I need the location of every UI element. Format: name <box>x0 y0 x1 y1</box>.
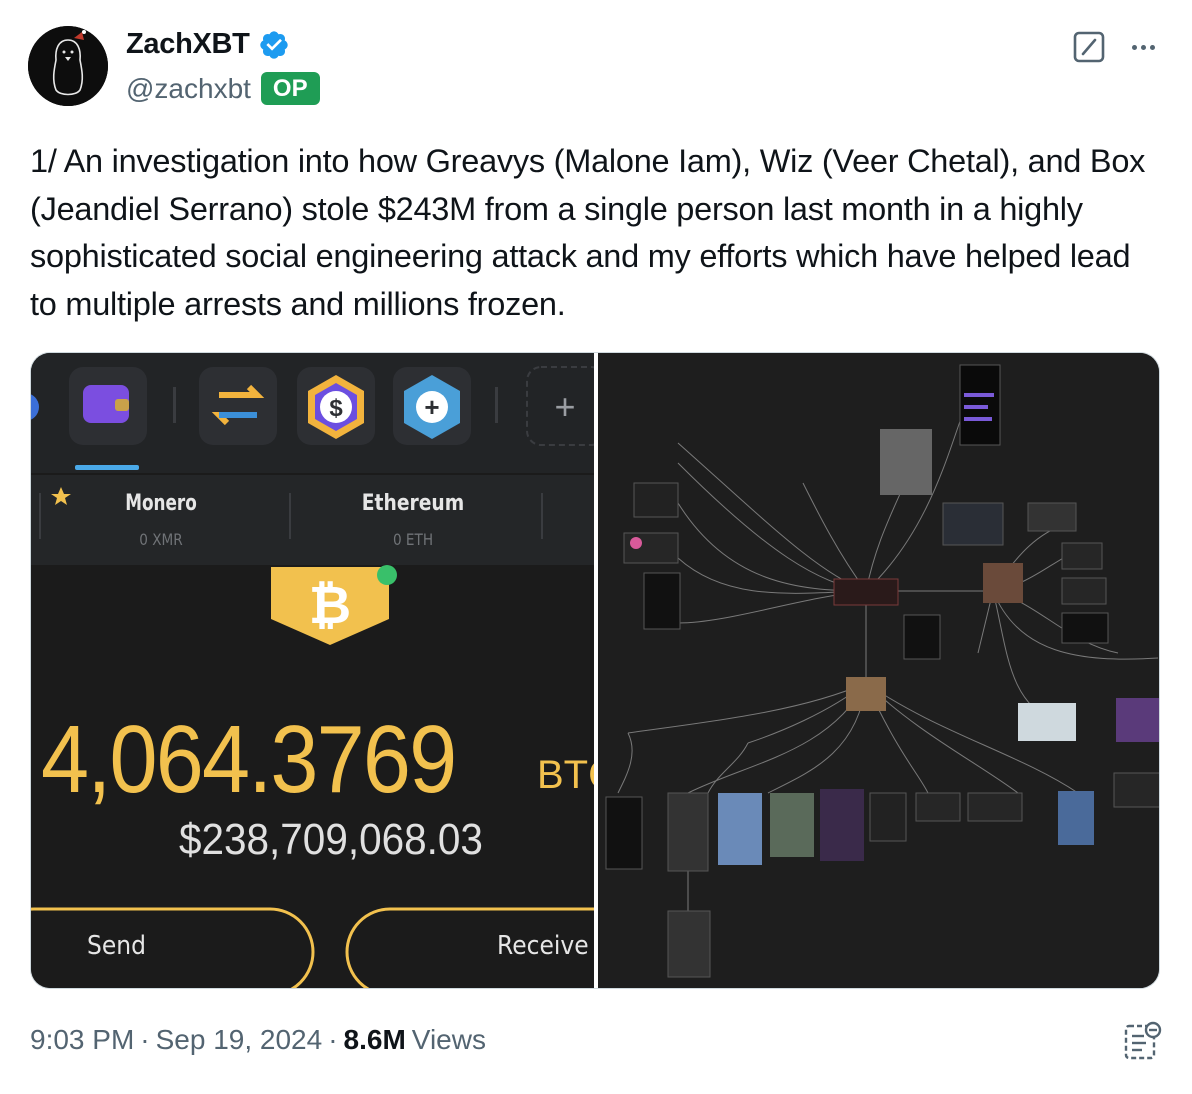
asset-name: Ethereum <box>361 491 465 516</box>
analytics-icon <box>1124 1021 1162 1060</box>
name-row: ZachXBT <box>126 28 290 61</box>
avatar[interactable] <box>28 26 108 106</box>
btc-balance: 4,064.3769 <box>41 705 501 815</box>
grok-icon <box>1073 31 1105 63</box>
op-badge: OP <box>260 72 320 105</box>
wallet-screenshot-art: $ + + ₿ <box>31 353 594 988</box>
verified-badge-icon <box>259 30 288 59</box>
asset-name: Monero <box>125 491 197 516</box>
view-analytics-button[interactable] <box>1122 1020 1162 1062</box>
meta-separator: · <box>140 1024 150 1055</box>
views-label: Views <box>411 1024 486 1055</box>
more-options-button[interactable] <box>1126 32 1160 62</box>
tweet-meta: 9:03 PM · Sep 19, 2024 · 8.6M Views <box>30 1024 486 1056</box>
investigation-graph-art <box>598 353 1159 988</box>
svg-text:₿: ₿ <box>309 577 351 635</box>
asset-tab-ethereum[interactable]: Ethereum 0 ETH <box>343 491 483 549</box>
btc-unit: BTC <box>537 753 594 797</box>
asset-amount: 0 XMR <box>139 530 183 549</box>
views-count: 8.6M <box>343 1024 406 1055</box>
investigation-graph-image[interactable] <box>598 353 1159 988</box>
wallet-screenshot-image[interactable]: $ + + ₿ Monero 0 XMR Ethereum 0 ETH 4,06… <box>31 353 594 988</box>
svg-text:+: + <box>554 386 575 427</box>
more-dot-icon <box>1140 44 1146 50</box>
btc-balance-value: 4,064.3769 <box>41 706 457 813</box>
more-dot-icon <box>1149 44 1155 50</box>
usd-balance: $238,709,068.03 <box>179 815 483 864</box>
tweet-date[interactable]: Sep 19, 2024 <box>156 1024 323 1056</box>
svg-text:$: $ <box>329 395 343 422</box>
more-dot-icon <box>1131 44 1137 50</box>
receive-button[interactable]: Receive <box>497 931 589 961</box>
tweet-time[interactable]: 9:03 PM <box>30 1024 134 1056</box>
tweet-header: ZachXBT @zachxbt OP <box>28 26 1164 108</box>
svg-text:+: + <box>424 392 439 422</box>
media-grid[interactable]: $ + + ₿ Monero 0 XMR Ethereum 0 ETH 4,06… <box>30 352 1160 989</box>
grok-button[interactable] <box>1072 30 1106 64</box>
send-button[interactable]: Send <box>87 931 146 961</box>
asset-amount: 0 ETH <box>392 530 434 549</box>
display-name[interactable]: ZachXBT <box>126 28 250 61</box>
meta-separator: · <box>328 1024 338 1055</box>
handle[interactable]: @zachxbt <box>126 73 251 105</box>
asset-tab-monero[interactable]: Monero 0 XMR <box>91 491 231 549</box>
tweet-text: 1/ An investigation into how Greavys (Ma… <box>30 143 1146 322</box>
penguin-avatar-icon <box>28 26 108 106</box>
handle-row: @zachxbt OP <box>126 72 320 105</box>
